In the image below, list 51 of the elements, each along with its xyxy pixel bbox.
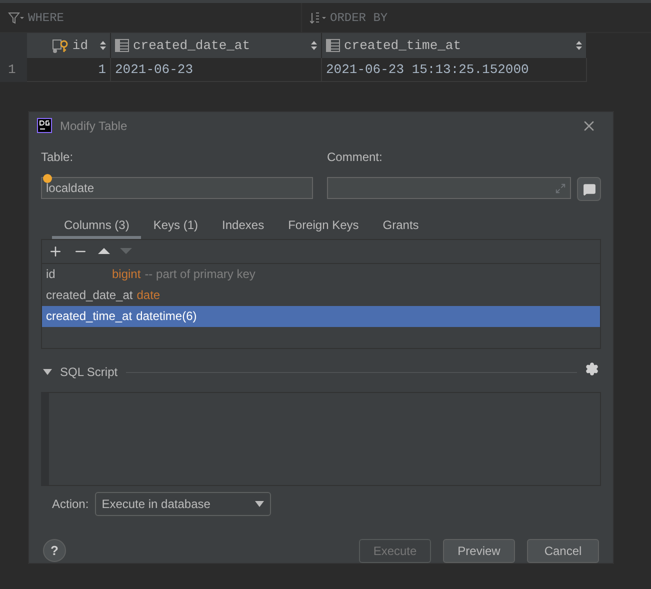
table-cell: 2021-06-23 15:13:25.152000 xyxy=(322,58,587,82)
column-header[interactable]: created_date_at xyxy=(111,33,322,58)
tab[interactable]: Keys (1) xyxy=(141,215,210,239)
window-title: Modify Table xyxy=(60,118,128,135)
column-comment: -- part of primary key xyxy=(144,266,256,284)
column-type: date xyxy=(136,287,160,304)
section-title[interactable]: SQL Script xyxy=(60,362,118,381)
move-up-icon[interactable] xyxy=(98,248,110,254)
sort-arrows-icon[interactable] xyxy=(311,41,317,50)
warning-icon xyxy=(43,174,52,184)
settings-icon[interactable] xyxy=(585,362,599,376)
column-icon xyxy=(115,39,129,52)
row-number: 1 xyxy=(0,58,27,82)
column-name: created_time_at xyxy=(46,308,132,326)
key-column-icon xyxy=(52,38,68,52)
action-dropdown[interactable]: Execute in database xyxy=(94,492,271,516)
filter-icon[interactable] xyxy=(8,12,24,24)
column-row[interactable]: created_time_at datetime(6) xyxy=(42,306,600,327)
comment-field[interactable] xyxy=(327,177,571,200)
comment-button[interactable] xyxy=(577,177,601,202)
sort-icon[interactable] xyxy=(310,12,326,24)
add-icon[interactable] xyxy=(48,244,63,259)
app-logo-icon xyxy=(37,118,52,134)
sort-arrows-icon[interactable] xyxy=(576,41,582,50)
filter-label[interactable]: WHERE xyxy=(28,8,64,26)
tab[interactable]: Grants xyxy=(370,215,431,239)
sort-arrows-icon[interactable] xyxy=(100,41,106,50)
tab[interactable]: Foreign Keys xyxy=(276,215,371,239)
column-icon xyxy=(326,39,340,52)
filter-label[interactable]: ORDER BY xyxy=(330,8,388,26)
column-row[interactable]: id bigint -- part of primary key xyxy=(42,264,600,285)
column-row[interactable]: created_date_at date xyxy=(42,284,600,306)
column-name: created_date_at xyxy=(46,287,133,304)
collapse-icon[interactable] xyxy=(43,368,52,375)
caret-icon xyxy=(254,500,264,507)
column-header[interactable]: id xyxy=(27,33,111,58)
column-type: bigint xyxy=(112,266,141,284)
speech-bubble-icon xyxy=(582,182,596,196)
table-cell: 1 xyxy=(27,58,111,82)
comment-label: Comment: xyxy=(327,149,384,166)
table-label: Table: xyxy=(41,149,74,166)
help-button[interactable]: ? xyxy=(43,539,66,562)
column-type: datetime(6) xyxy=(136,308,197,326)
column-header[interactable]: created_time_at xyxy=(322,33,587,58)
column-name: id xyxy=(46,266,56,284)
tab[interactable]: Indexes xyxy=(210,215,276,239)
table-cell: 2021-06-23 xyxy=(111,58,322,82)
table-name-field[interactable]: localdate xyxy=(41,177,313,200)
action-label: Action: xyxy=(52,496,89,513)
dialog-button[interactable]: Cancel xyxy=(527,538,599,563)
dialog-button[interactable]: Preview xyxy=(443,538,515,563)
